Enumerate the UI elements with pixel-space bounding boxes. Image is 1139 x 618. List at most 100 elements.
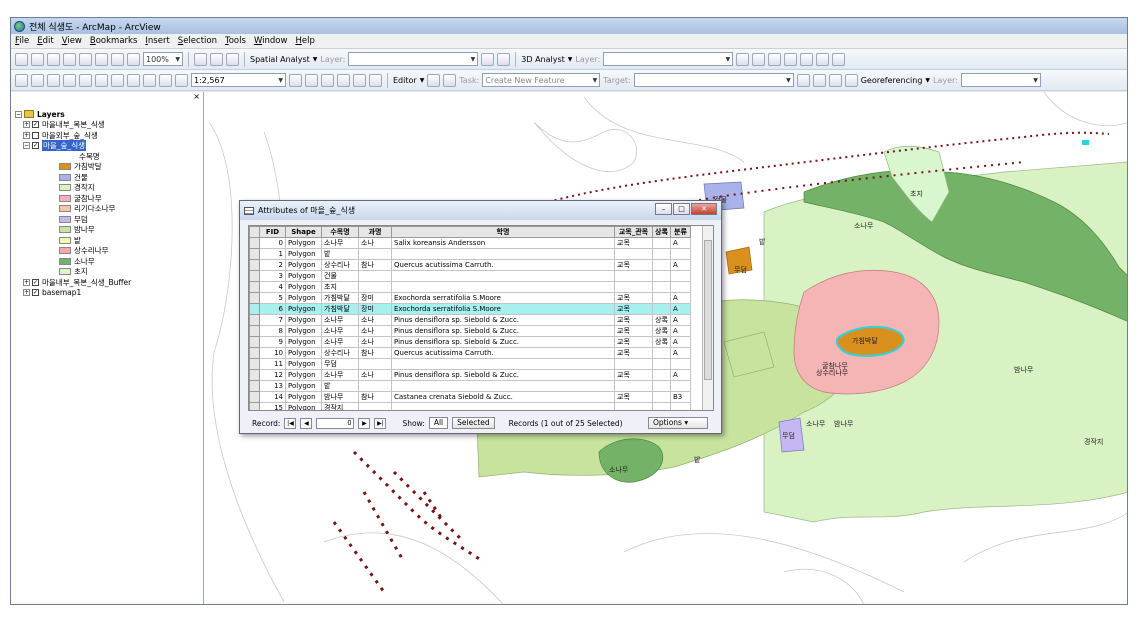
tool-icon[interactable] xyxy=(79,52,92,66)
dropdown-arrow-icon[interactable]: ▼ xyxy=(313,56,318,63)
toc-layer-0[interactable]: + ✓ 마을내부_목본_식생 xyxy=(15,120,203,131)
tool-icon[interactable] xyxy=(800,52,814,66)
row-selector[interactable] xyxy=(249,314,260,326)
close-button[interactable]: ✕ xyxy=(691,203,717,215)
zoom-combo[interactable]: 100% xyxy=(143,52,183,66)
row-selector[interactable] xyxy=(249,270,260,282)
row-selector[interactable] xyxy=(249,358,260,370)
table-row[interactable]: 11 Polygon 무덤 xyxy=(249,358,691,370)
next-record-button[interactable]: ▶ xyxy=(358,417,371,429)
row-selector[interactable] xyxy=(249,380,260,392)
help-icon[interactable] xyxy=(369,73,382,87)
menu-selection[interactable]: Selection xyxy=(178,36,217,46)
tool-icon[interactable] xyxy=(321,73,334,87)
redo-icon[interactable] xyxy=(159,73,172,87)
expand-icon[interactable]: + xyxy=(23,131,30,139)
tool-icon[interactable] xyxy=(305,73,318,87)
tool-icon[interactable] xyxy=(752,52,766,66)
table-row[interactable]: 13 Polygon 밭 xyxy=(249,380,691,392)
row-selector[interactable] xyxy=(249,303,260,315)
tool-icon[interactable] xyxy=(832,52,846,66)
expand-icon[interactable]: + xyxy=(23,121,30,129)
tool-icon[interactable] xyxy=(828,73,842,87)
collapse-icon[interactable]: − xyxy=(15,110,22,118)
undo-icon[interactable] xyxy=(143,73,156,87)
cut-icon[interactable] xyxy=(79,73,92,87)
row-selector[interactable] xyxy=(249,259,260,271)
menu-file[interactable]: File xyxy=(15,36,29,46)
show-selected-button[interactable]: Selected xyxy=(452,417,495,429)
column-header[interactable]: FID xyxy=(259,226,286,238)
toc-extra-layer-0[interactable]: + ✓ 마을내부_목본_식생_Buffer xyxy=(15,277,203,288)
task-combo[interactable]: Create New Feature xyxy=(482,73,601,87)
scrollbar-thumb[interactable] xyxy=(704,240,712,380)
column-header[interactable]: Shape xyxy=(285,226,322,238)
spatial-layer-combo[interactable] xyxy=(348,52,479,66)
toc-root[interactable]: − Layers xyxy=(15,109,203,120)
show-all-button[interactable]: All xyxy=(428,417,449,429)
menu-window[interactable]: Window xyxy=(254,36,288,46)
target-combo[interactable] xyxy=(633,73,794,87)
add-data-icon[interactable] xyxy=(175,73,188,87)
table-row[interactable]: 6 Polygon 가침박달 장미 Exochorda serratifolia S.M… xyxy=(249,303,691,315)
collapse-icon[interactable]: − xyxy=(23,142,30,150)
column-header[interactable]: 교목_관목 xyxy=(614,226,653,238)
menu-bookmarks[interactable]: Bookmarks xyxy=(90,36,138,46)
row-selector[interactable] xyxy=(249,237,260,249)
row-selector[interactable] xyxy=(249,248,260,260)
table-row[interactable]: 5 Polygon 가침박달 장미 Exochorda serratifolia S.M… xyxy=(249,292,691,304)
row-selector[interactable] xyxy=(249,391,260,403)
row-selector[interactable] xyxy=(249,402,260,410)
georef-layer-combo[interactable] xyxy=(960,73,1041,87)
table-row[interactable]: 0 Polygon 소나무 소나 Salix koreansis Andersson 교목… xyxy=(249,237,691,249)
prev-record-button[interactable]: ◀ xyxy=(300,417,313,429)
menu-help[interactable]: Help xyxy=(295,36,314,46)
row-selector[interactable] xyxy=(249,281,260,293)
table-row[interactable]: 10 Polygon 상수리나 참나 Quercus acutissima Carrut… xyxy=(249,347,691,359)
tool-icon[interactable] xyxy=(63,52,76,66)
attribute-table[interactable]: FID Shape 수목명 과명 학명 교목_관목 상록 분류 0 Polygon 소나무 소나 Sa… xyxy=(248,225,714,411)
tool-icon[interactable] xyxy=(481,52,495,66)
row-selector[interactable] xyxy=(249,336,260,348)
tool-icon[interactable] xyxy=(353,73,366,87)
tool-icon[interactable] xyxy=(226,52,239,66)
toc-layer-1[interactable]: + 마을외부_숲_식생 xyxy=(15,130,203,141)
tool-icon[interactable] xyxy=(497,52,511,66)
row-selector[interactable] xyxy=(249,325,260,337)
minimize-button[interactable]: – xyxy=(655,203,672,215)
georeferencing-menu[interactable]: Georeferencing xyxy=(861,76,923,85)
layer-checkbox[interactable]: ✓ xyxy=(32,142,39,150)
tool-icon[interactable] xyxy=(796,73,810,87)
menu-insert[interactable]: Insert xyxy=(145,36,169,46)
tool-icon[interactable] xyxy=(816,52,830,66)
maximize-button[interactable]: □ xyxy=(673,203,690,215)
dropdown-arrow-icon[interactable]: ▼ xyxy=(568,56,573,63)
tool-icon[interactable] xyxy=(15,52,28,66)
layer-checkbox[interactable]: ✓ xyxy=(32,121,39,129)
map-polygon-pine-south[interactable] xyxy=(598,438,664,483)
options-button[interactable]: Options ▾ xyxy=(648,417,708,429)
3d-analyst-menu[interactable]: 3D Analyst xyxy=(521,55,565,64)
tool-icon[interactable] xyxy=(210,52,223,66)
table-row[interactable]: 3 Polygon 건물 xyxy=(249,270,691,282)
tool-icon[interactable] xyxy=(31,52,44,66)
table-row[interactable]: 1 Polygon 밭 xyxy=(249,248,691,260)
table-row[interactable]: 14 Polygon 밤나무 참나 Castanea crenata Siebold &… xyxy=(249,391,691,403)
print-icon[interactable] xyxy=(63,73,76,87)
menu-view[interactable]: View xyxy=(62,36,82,46)
column-header[interactable]: 수목명 xyxy=(321,226,359,238)
first-record-button[interactable]: |◀ xyxy=(284,417,297,429)
menu-tools[interactable]: Tools xyxy=(225,36,246,46)
row-selector[interactable] xyxy=(249,369,260,381)
row-selector[interactable] xyxy=(249,292,260,304)
row-selector[interactable] xyxy=(249,347,260,359)
tool-icon[interactable] xyxy=(337,73,350,87)
tool-icon[interactable] xyxy=(111,52,124,66)
layer-checkbox[interactable]: ✓ xyxy=(32,289,39,297)
paste-icon[interactable] xyxy=(111,73,124,87)
layer-checkbox[interactable] xyxy=(32,131,39,139)
table-row[interactable]: 15 Polygon 경작지 xyxy=(249,402,691,410)
expand-icon[interactable]: + xyxy=(23,289,30,297)
spatial-analyst-menu[interactable]: Spatial Analyst xyxy=(250,55,310,64)
column-header[interactable]: 분류 xyxy=(670,226,691,238)
